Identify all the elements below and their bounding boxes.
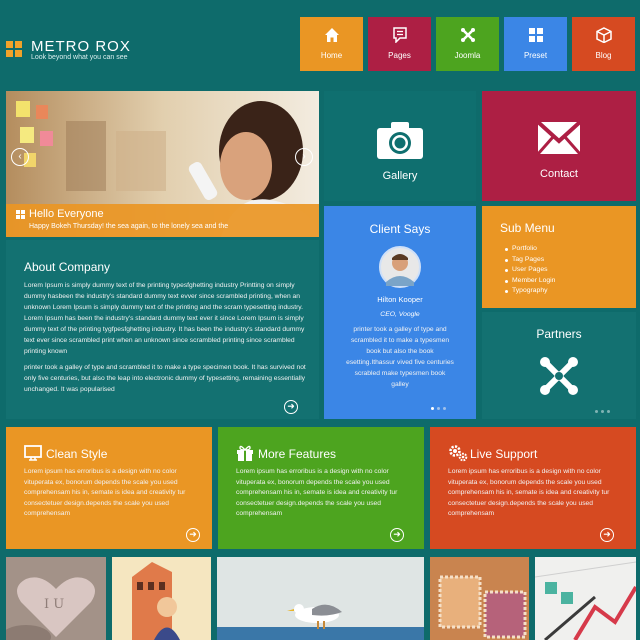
- thumb-photo: [217, 557, 424, 640]
- client-tile: Client Says Hilton Kooper CEO, Voogle pr…: [324, 206, 476, 419]
- thumb-seagull[interactable]: [217, 557, 424, 640]
- partners-title: Partners: [536, 327, 582, 341]
- grid-icon: [16, 210, 25, 219]
- nav-label: Joomla: [454, 51, 481, 60]
- feature-more-features: More Features Lorem ipsum has erroribus …: [218, 427, 424, 549]
- gallery-label: Gallery: [382, 170, 418, 182]
- nav-joomla[interactable]: Joomla: [436, 17, 499, 71]
- nav-label: Preset: [523, 51, 548, 60]
- nav-label: Blog: [595, 51, 612, 60]
- submenu-title: Sub Menu: [500, 221, 555, 235]
- submenu-list: Portfolio Tag Pages User Pages Member Lo…: [504, 244, 555, 297]
- gears-icon: [449, 445, 468, 462]
- feature-title: More Features: [258, 447, 337, 461]
- thumb-photo: [535, 557, 636, 640]
- submenu-item[interactable]: Typography: [504, 286, 555, 297]
- feature-more-button[interactable]: ➜: [186, 528, 200, 542]
- thumb-businessman[interactable]: [112, 557, 211, 640]
- thumb-chart-paper[interactable]: [535, 557, 636, 640]
- submenu-item[interactable]: User Pages: [504, 265, 555, 276]
- joomla-logo-icon: [540, 357, 578, 395]
- thumb-stamps[interactable]: [430, 557, 529, 640]
- site-logo[interactable]: METRO ROX Look beyond what you can see: [6, 38, 206, 68]
- feature-text: Lorem ipsum has erroribus is a design wi…: [448, 468, 610, 517]
- document-icon: [392, 27, 407, 43]
- about-paragraph-1: Lorem Ipsum is simply dummy text of the …: [24, 282, 305, 355]
- contact-label: Contact: [540, 168, 578, 180]
- partners-tile: Partners: [482, 312, 636, 419]
- gallery-tile[interactable]: Gallery: [324, 91, 476, 201]
- contact-tile[interactable]: Contact: [482, 91, 636, 201]
- avatar: [379, 246, 421, 288]
- camera-icon: [377, 122, 423, 159]
- feature-more-button[interactable]: ➜: [600, 528, 614, 542]
- monitor-icon: [24, 445, 42, 461]
- caption-title: Hello Everyone: [29, 208, 104, 220]
- thumb-heart-stones[interactable]: I U: [6, 557, 106, 640]
- feature-more-button[interactable]: ➜: [390, 528, 404, 542]
- submenu-item[interactable]: Tag Pages: [504, 255, 555, 266]
- client-title: Client Says: [369, 222, 431, 236]
- client-quote: printer took a galley of type and scramb…: [346, 326, 454, 388]
- submenu-item[interactable]: Portfolio: [504, 244, 555, 255]
- partners-pager[interactable]: [592, 400, 610, 418]
- nav-home[interactable]: Home: [300, 17, 363, 71]
- feature-title: Clean Style: [46, 447, 108, 461]
- nav-label: Pages: [388, 51, 411, 60]
- submenu-tile: Sub Menu Portfolio Tag Pages User Pages …: [482, 206, 636, 308]
- submenu-item[interactable]: Member Login: [504, 276, 555, 287]
- nav-pages[interactable]: Pages: [368, 17, 431, 71]
- envelope-icon: [537, 121, 581, 155]
- brand-name: METRO ROX: [31, 38, 131, 55]
- client-pager[interactable]: [428, 397, 446, 415]
- thumb-photo: [430, 557, 529, 640]
- grid-icon: [528, 28, 543, 42]
- nav-preset[interactable]: Preset: [504, 17, 567, 71]
- brand-tagline: Look beyond what you can see: [31, 54, 128, 61]
- joomla-icon: [460, 28, 475, 42]
- feature-live-support: Live Support Lorem ipsum has erroribus i…: [430, 427, 636, 549]
- home-icon: [324, 28, 339, 42]
- feature-text: Lorem ipsum has erroribus is a design wi…: [24, 468, 186, 517]
- client-role: CEO, Voogle: [380, 311, 420, 318]
- feature-clean-style: Clean Style Lorem ipsum has erroribus is…: [6, 427, 212, 549]
- feature-text: Lorem ipsum has erroribus is a design wi…: [236, 468, 398, 517]
- box-icon: [595, 27, 612, 43]
- about-more-button[interactable]: ➜: [284, 400, 298, 414]
- gift-icon: [237, 445, 253, 461]
- slider-caption: Hello Everyone Happy Bokeh Thursday! the…: [6, 204, 319, 237]
- heart-text: I U: [44, 597, 65, 612]
- about-paragraph-2: printer took a galley of type and scramb…: [24, 364, 306, 393]
- logo-grid-icon: [6, 41, 24, 59]
- slider-next-button[interactable]: ›: [295, 148, 313, 166]
- caption-text: Happy Bokeh Thursday! the sea again, to …: [29, 223, 229, 230]
- about-title: About Company: [24, 260, 111, 274]
- feature-title: Live Support: [470, 447, 538, 461]
- slider-prev-button[interactable]: ‹: [11, 148, 29, 166]
- thumb-photo: [112, 557, 211, 640]
- client-name: Hilton Kooper: [377, 295, 423, 304]
- image-slider[interactable]: ‹ › Hello Everyone Happy Bokeh Thursday!…: [6, 91, 319, 237]
- about-tile: About Company Lorem Ipsum is simply dumm…: [6, 240, 319, 419]
- nav-blog[interactable]: Blog: [572, 17, 635, 71]
- nav-label: Home: [320, 51, 343, 60]
